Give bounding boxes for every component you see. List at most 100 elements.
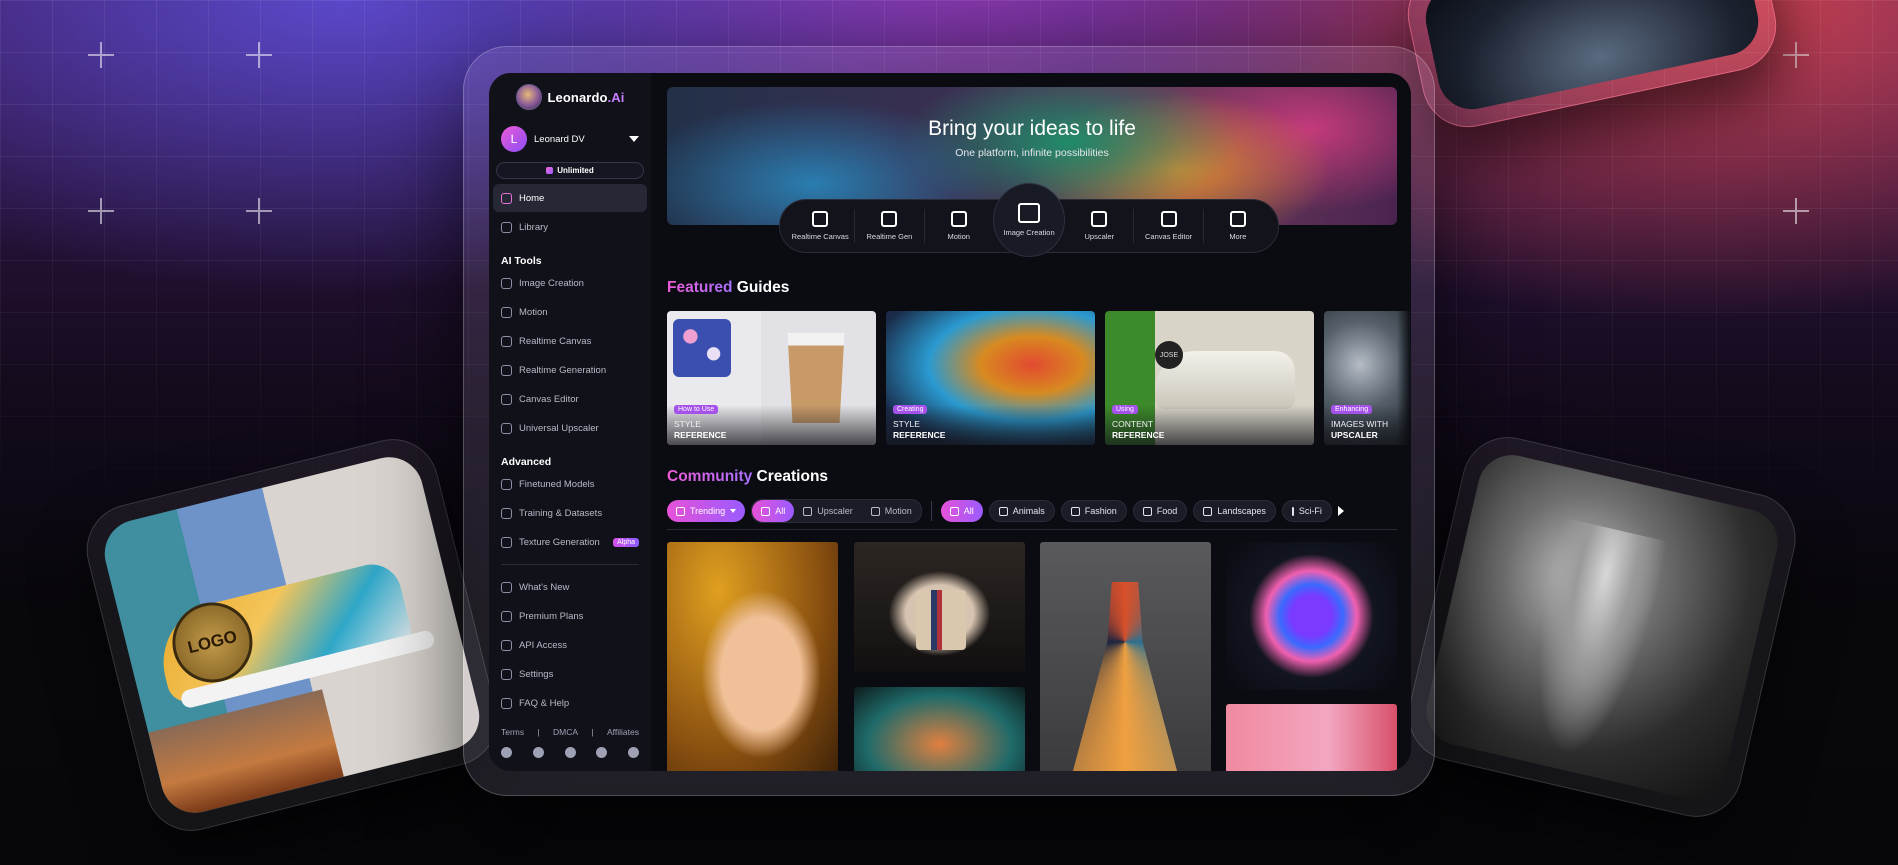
sidebar-item-faq-help[interactable]: FAQ & Help bbox=[493, 689, 647, 717]
sidebar-item-label: Realtime Canvas bbox=[519, 335, 592, 347]
x-icon[interactable] bbox=[564, 747, 576, 758]
media-filter-all[interactable]: All bbox=[752, 500, 795, 522]
sidebar-item-realtime-canvas[interactable]: Realtime Canvas bbox=[493, 327, 647, 355]
guide-card[interactable]: Creating STYLE REFERENCE bbox=[886, 311, 1095, 445]
food-icon bbox=[1142, 506, 1152, 516]
section-title-ai-tools: AI Tools bbox=[501, 255, 542, 267]
tool-realtime-gen[interactable]: Realtime Gen bbox=[855, 211, 923, 241]
main-content: Bring your ideas to life One platform, i… bbox=[651, 73, 1411, 771]
facebook-icon[interactable] bbox=[596, 747, 608, 758]
sidebar: Leonardo.Ai L Leonard DV Unlimited Home … bbox=[489, 73, 651, 771]
tool-realtime-canvas[interactable]: Realtime Canvas bbox=[786, 211, 854, 241]
hero-banner: Bring your ideas to life One platform, i… bbox=[667, 87, 1397, 257]
dots-grid-icon bbox=[501, 364, 512, 376]
image-icon bbox=[1018, 203, 1040, 223]
guide-card[interactable]: JOSE Using CONTENT REFERENCE bbox=[1105, 311, 1314, 445]
media-filter-group: All Upscaler Motion bbox=[751, 499, 922, 523]
sparkle-decoration bbox=[88, 42, 114, 68]
chevron-down-icon bbox=[730, 509, 737, 513]
sidebar-item-texture-generation[interactable]: Texture Generation Alpha bbox=[493, 528, 647, 556]
dots-grid-icon bbox=[881, 211, 898, 227]
category-filter-all[interactable]: All bbox=[940, 500, 983, 522]
guide-tag: How to Use bbox=[674, 405, 719, 414]
brand[interactable]: Leonardo.Ai bbox=[493, 83, 647, 111]
tool-image-creation[interactable]: Image Creation bbox=[992, 183, 1066, 257]
sidebar-item-image-creation[interactable]: Image Creation bbox=[493, 269, 647, 297]
gallery-image[interactable] bbox=[667, 542, 838, 771]
tool-canvas-editor[interactable]: Canvas Editor bbox=[1134, 211, 1202, 241]
sidebar-item-label: What's New bbox=[519, 581, 570, 593]
category-filter-food[interactable]: Food bbox=[1132, 500, 1188, 522]
scroll-fade bbox=[1397, 73, 1411, 771]
help-icon bbox=[501, 697, 512, 709]
sidebar-item-label: Motion bbox=[519, 306, 548, 318]
gallery-image[interactable] bbox=[1226, 542, 1397, 690]
category-filter-fashion[interactable]: Fashion bbox=[1060, 500, 1127, 522]
guide-tag: Using bbox=[1112, 405, 1138, 414]
featured-guides-heading: Featured Guides bbox=[667, 279, 790, 296]
sidebar-item-motion[interactable]: Motion bbox=[493, 298, 647, 326]
media-filter-motion[interactable]: Motion bbox=[862, 500, 921, 522]
sidebar-item-label: Universal Upscaler bbox=[519, 422, 599, 434]
gallery-image[interactable] bbox=[1226, 704, 1397, 771]
brush-icon bbox=[812, 211, 829, 227]
dataset-icon bbox=[501, 507, 512, 519]
scroll-right-icon[interactable] bbox=[1337, 506, 1344, 516]
sidebar-item-home[interactable]: Home bbox=[493, 184, 647, 212]
rocket-icon bbox=[1291, 506, 1294, 516]
apple-icon[interactable] bbox=[628, 747, 639, 758]
tool-motion[interactable]: Motion bbox=[925, 211, 993, 241]
sidebar-item-library[interactable]: Library bbox=[493, 213, 647, 241]
guide-tag: Enhancing bbox=[1331, 405, 1373, 414]
user-menu[interactable]: L Leonard DV bbox=[493, 125, 647, 153]
tool-more[interactable]: More bbox=[1204, 211, 1272, 241]
film-icon bbox=[870, 506, 880, 516]
sidebar-item-label: Home bbox=[519, 192, 545, 204]
sidebar-item-premium-plans[interactable]: Premium Plans bbox=[493, 602, 647, 630]
tool-label: Upscaler bbox=[1084, 232, 1115, 241]
gallery-image[interactable] bbox=[854, 687, 1025, 771]
reddit-icon[interactable] bbox=[532, 747, 544, 758]
image-icon bbox=[501, 277, 512, 289]
gallery-image[interactable] bbox=[1040, 542, 1211, 771]
tool-label: Realtime Canvas bbox=[791, 232, 849, 241]
chevron-down-icon[interactable] bbox=[629, 136, 639, 142]
media-filter-upscaler[interactable]: Upscaler bbox=[794, 500, 862, 522]
dmca-link[interactable]: DMCA bbox=[553, 727, 578, 737]
sidebar-item-training-datasets[interactable]: Training & Datasets bbox=[493, 499, 647, 527]
sidebar-item-canvas-editor[interactable]: Canvas Editor bbox=[493, 385, 647, 413]
upscale-icon bbox=[501, 422, 512, 434]
sidebar-item-whats-new[interactable]: What's New bbox=[493, 573, 647, 601]
leonardo-logo-icon bbox=[515, 84, 542, 110]
community-creations-heading: Community Creations bbox=[667, 468, 829, 485]
frame-icon bbox=[1160, 211, 1177, 227]
sort-label: Trending bbox=[690, 506, 726, 516]
footer-links: Terms | DMCA | Affiliates bbox=[493, 727, 647, 737]
guide-title-line2: REFERENCE bbox=[893, 430, 946, 440]
tool-launcher: Realtime Canvas Realtime Gen Motion Imag… bbox=[779, 183, 1279, 257]
guide-card[interactable]: How to Use STYLE REFERENCE bbox=[667, 311, 876, 445]
gallery-image[interactable] bbox=[854, 542, 1025, 672]
sidebar-item-api-access[interactable]: API Access bbox=[493, 631, 647, 659]
sidebar-item-settings[interactable]: Settings bbox=[493, 660, 647, 688]
sidebar-item-label: FAQ & Help bbox=[519, 697, 570, 709]
terms-link[interactable]: Terms bbox=[501, 727, 524, 737]
sidebar-item-label: API Access bbox=[519, 639, 568, 651]
brush-icon bbox=[501, 335, 512, 347]
sparkle-decoration bbox=[246, 42, 272, 68]
sort-dropdown[interactable]: Trending bbox=[667, 500, 746, 522]
sidebar-item-finetuned-models[interactable]: Finetuned Models bbox=[493, 470, 647, 498]
category-filter-animals[interactable]: Animals bbox=[988, 500, 1055, 522]
sidebar-item-universal-upscaler[interactable]: Universal Upscaler bbox=[493, 414, 647, 442]
category-filter-landscapes[interactable]: Landscapes bbox=[1193, 500, 1276, 522]
sidebar-item-realtime-generation[interactable]: Realtime Generation bbox=[493, 356, 647, 384]
guide-title-line1: CONTENT bbox=[1112, 419, 1154, 429]
category-filter-scifi[interactable]: Sci-Fi bbox=[1281, 500, 1332, 522]
guide-title-line2: REFERENCE bbox=[674, 430, 727, 440]
sparkle-icon bbox=[1229, 211, 1246, 227]
plan-badge[interactable]: Unlimited bbox=[496, 162, 644, 179]
tool-upscaler[interactable]: Upscaler bbox=[1065, 211, 1133, 241]
filter-bar: Trending All Upscaler Motion All Animals… bbox=[667, 499, 1395, 523]
affiliates-link[interactable]: Affiliates bbox=[607, 727, 639, 737]
discord-icon[interactable] bbox=[501, 747, 512, 758]
